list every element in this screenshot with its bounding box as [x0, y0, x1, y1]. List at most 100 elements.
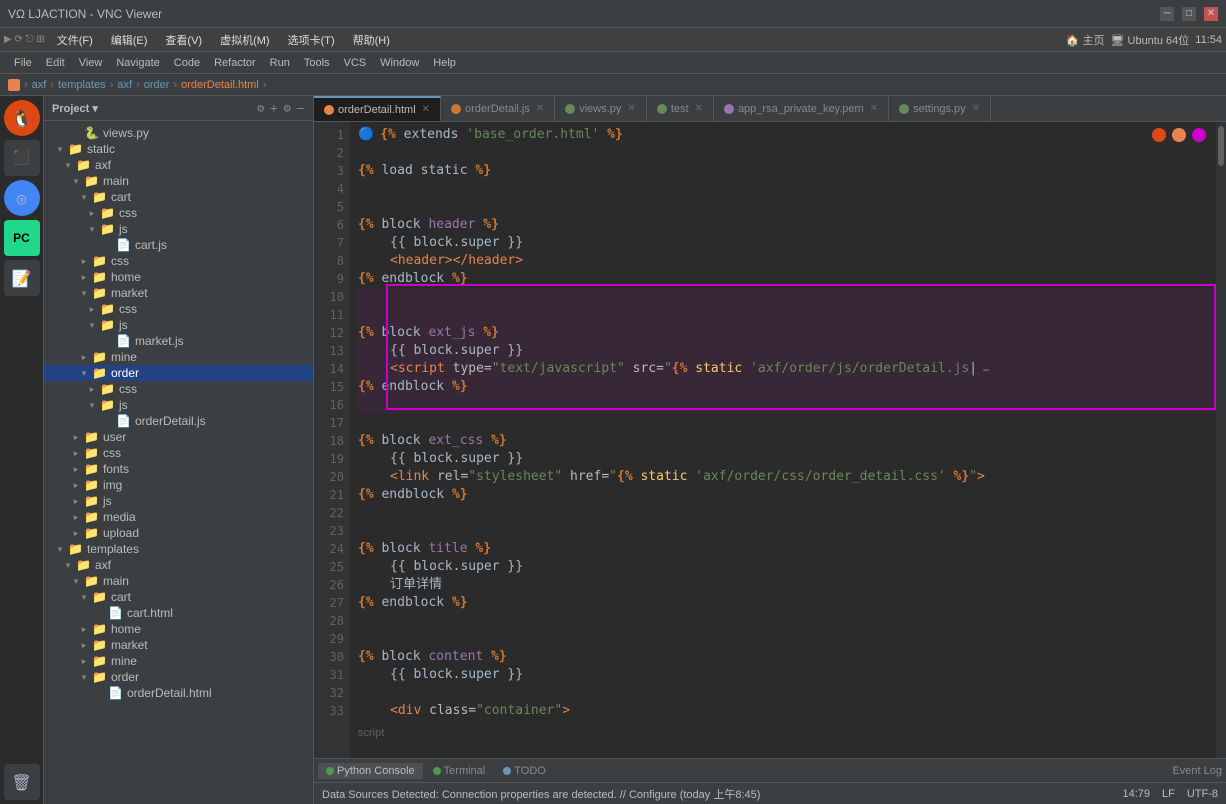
event-log-link[interactable]: Event Log [1172, 765, 1222, 777]
tab-views-py[interactable]: views.py ✕ [555, 96, 647, 122]
tab-orderdetail-html[interactable]: orderDetail.html ✕ [314, 96, 441, 122]
vnc-menu-edit[interactable]: 编辑(E) [105, 30, 154, 50]
tree-item-cart[interactable]: ▾ 📁 cart [44, 189, 313, 205]
pycharm-icon[interactable]: PC [4, 220, 40, 256]
sidebar-add-icon[interactable]: + [269, 100, 278, 116]
tree-item-templates[interactable]: ▾ 📁 templates [44, 541, 313, 557]
tree-item-main-css[interactable]: ▸ 📁 css [44, 253, 313, 269]
bc-folder3[interactable]: axf [117, 79, 132, 91]
menu-file[interactable]: File [8, 55, 38, 71]
tree-item-templates-market[interactable]: ▸ 📁 market [44, 637, 313, 653]
tab-settings-py[interactable]: settings.py ✕ [889, 96, 991, 122]
tree-item-templates-cart[interactable]: ▾ 📁 cart [44, 589, 313, 605]
vnc-menu-vm[interactable]: 虚拟机(M) [214, 30, 276, 50]
editor-icon[interactable]: 📝 [4, 260, 40, 296]
bottom-tab-todo[interactable]: TODO [495, 763, 554, 779]
tab-close-6[interactable]: ✕ [972, 103, 980, 114]
tree-item-order[interactable]: ▾ 📁 order [44, 365, 313, 381]
tree-item-cart-css[interactable]: ▸ 📁 css [44, 205, 313, 221]
sidebar-settings-icon[interactable]: ⚙ [256, 100, 265, 116]
folder-icon-templates-main: 📁 [84, 574, 99, 588]
bottom-tab-python-console[interactable]: Python Console [318, 763, 423, 779]
menu-vcs[interactable]: VCS [338, 55, 373, 71]
circle-red[interactable] [1152, 128, 1166, 142]
tree-item-templates-order[interactable]: ▾ 📁 order [44, 669, 313, 685]
tab-test[interactable]: test ✕ [647, 96, 714, 122]
tab-pem[interactable]: app_rsa_private_key.pem ✕ [714, 96, 889, 122]
tree-item-market-js[interactable]: ▾ 📁 js [44, 317, 313, 333]
menu-window[interactable]: Window [374, 55, 425, 71]
tree-item-templates-axf[interactable]: ▾ 📁 axf [44, 557, 313, 573]
tree-item-user[interactable]: ▸ 📁 user [44, 429, 313, 445]
tree-item-cart-js[interactable]: ▾ 📁 js [44, 221, 313, 237]
scroll-indicator[interactable] [1216, 122, 1226, 758]
tree-item-static-axf[interactable]: ▾ 📁 axf [44, 157, 313, 173]
line-numbers: 1 2 3 4 5 6 7 8 9 10 11 12 13 14 15 16 1 [314, 122, 350, 758]
tree-item-templates-mine[interactable]: ▸ 📁 mine [44, 653, 313, 669]
menu-edit[interactable]: Edit [40, 55, 71, 71]
tree-item-templates-main[interactable]: ▾ 📁 main [44, 573, 313, 589]
sidebar-gear-icon[interactable]: ⚙ [283, 100, 292, 116]
tab-close-4[interactable]: ✕ [695, 103, 703, 114]
tree-item-market[interactable]: ▾ 📁 market [44, 285, 313, 301]
tree-item-templates-home[interactable]: ▸ 📁 home [44, 621, 313, 637]
vnc-menu-help[interactable]: 帮助(H) [347, 30, 396, 50]
minimize-button[interactable]: ─ [1160, 7, 1174, 21]
maximize-button[interactable]: □ [1182, 7, 1196, 21]
tab-orderdetail-js[interactable]: orderDetail.js ✕ [441, 96, 555, 122]
terminal-icon[interactable]: ⬛ [4, 140, 40, 176]
tree-item-axf-js[interactable]: ▸ 📁 js [44, 493, 313, 509]
tree-item-home[interactable]: ▸ 📁 home [44, 269, 313, 285]
close-button[interactable]: ✕ [1204, 7, 1218, 21]
vnc-menu-tabs[interactable]: 选项卡(T) [282, 30, 341, 50]
tab-close-1[interactable]: ✕ [422, 104, 430, 115]
menu-navigate[interactable]: Navigate [110, 55, 165, 71]
ubuntu-icon[interactable]: 🐧 [4, 100, 40, 136]
window-title: VΩ LJACTION - VNC Viewer [8, 7, 162, 21]
code-line-17 [358, 414, 1218, 432]
tree-item-order-css[interactable]: ▸ 📁 css [44, 381, 313, 397]
tree-item-cart-js-file[interactable]: 📄 cart.js [44, 237, 313, 253]
tree-item-orderdetail-html[interactable]: 📄 orderDetail.html [44, 685, 313, 701]
folder-icon-user: 📁 [84, 430, 99, 444]
vnc-menu-file[interactable]: 文件(F) [51, 30, 99, 50]
menu-run[interactable]: Run [264, 55, 296, 71]
menu-refactor[interactable]: Refactor [208, 55, 262, 71]
circle-purple[interactable] [1192, 128, 1206, 142]
bc-folder1[interactable]: axf [32, 79, 47, 91]
tree-item-fonts[interactable]: ▸ 📁 fonts [44, 461, 313, 477]
tree-item-views-py[interactable]: 🐍 views.py [44, 125, 313, 141]
menu-help[interactable]: Help [427, 55, 462, 71]
tree-item-upload[interactable]: ▸ 📁 upload [44, 525, 313, 541]
tab-close-3[interactable]: ✕ [627, 103, 635, 114]
tree-item-order-js[interactable]: ▾ 📁 js [44, 397, 313, 413]
chrome-icon[interactable]: ◎ [4, 180, 40, 216]
vnc-menu-view[interactable]: 查看(V) [159, 30, 208, 50]
sidebar-hide-icon[interactable]: — [296, 100, 305, 116]
circle-orange[interactable] [1172, 128, 1186, 142]
bc-folder2[interactable]: templates [58, 79, 106, 91]
menu-view[interactable]: View [73, 55, 109, 71]
tree-item-mine[interactable]: ▸ 📁 mine [44, 349, 313, 365]
menu-tools[interactable]: Tools [298, 55, 336, 71]
tab-close-2[interactable]: ✕ [536, 103, 544, 114]
bc-file[interactable]: orderDetail.html [181, 79, 259, 91]
tree-item-order-detail-js[interactable]: 📄 orderDetail.js [44, 413, 313, 429]
tree-item-img[interactable]: ▸ 📁 img [44, 477, 313, 493]
tree-item-media[interactable]: ▸ 📁 media [44, 509, 313, 525]
tree-item-market-css[interactable]: ▸ 📁 css [44, 301, 313, 317]
trash-icon[interactable]: 🗑 [4, 764, 40, 800]
code-editor[interactable]: 🔵 {% extends 'base_order.html' %} {% loa… [350, 122, 1226, 758]
file-icon-cart-js: 📄 [116, 238, 131, 252]
code-line-2 [358, 144, 1218, 162]
folder-icon-templates-order: 📁 [92, 670, 107, 684]
tree-item-axf-css[interactable]: ▸ 📁 css [44, 445, 313, 461]
tree-item-main[interactable]: ▾ 📁 main [44, 173, 313, 189]
bottom-tab-terminal[interactable]: Terminal [425, 763, 494, 779]
tree-item-static[interactable]: ▾ 📁 static [44, 141, 313, 157]
tree-item-cart-html[interactable]: 📄 cart.html [44, 605, 313, 621]
tree-item-market-js-file[interactable]: 📄 market.js [44, 333, 313, 349]
tab-close-5[interactable]: ✕ [870, 103, 878, 114]
bc-folder4[interactable]: order [144, 79, 170, 91]
menu-code[interactable]: Code [168, 55, 206, 71]
